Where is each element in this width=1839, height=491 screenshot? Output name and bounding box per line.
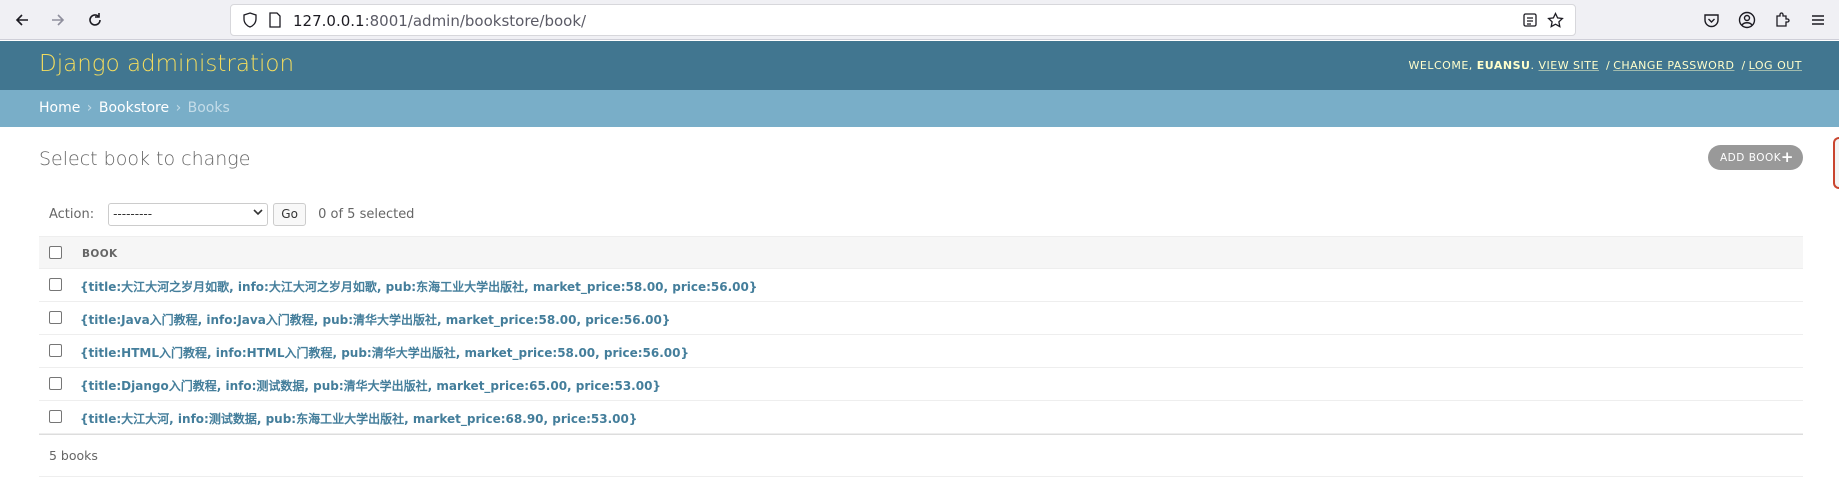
book-link[interactable]: {title:HTML入门教程, info:HTML入门教程, pub:清华大学…	[80, 344, 689, 361]
plus-icon: +	[1780, 148, 1794, 166]
url-path: :8001/admin/bookstore/book/	[364, 12, 587, 30]
page-title: Select book to change	[39, 148, 251, 170]
action-select[interactable]: ---------	[108, 202, 269, 226]
username: EUANSU	[1476, 59, 1531, 72]
add-book-label: ADD BOOK	[1720, 151, 1782, 164]
selection-counter: 0 of 5 selected	[318, 206, 415, 222]
site-branding[interactable]: Django administration	[39, 51, 294, 77]
back-arrow-icon[interactable]	[5, 3, 39, 37]
url-bar[interactable]: 127.0.0.1:8001/admin/bookstore/book/	[230, 4, 1576, 36]
admin-header: Django administration WELCOME, EUANSU. V…	[0, 41, 1839, 90]
row-checkbox[interactable]	[49, 311, 62, 324]
breadcrumb-separator: ›	[86, 100, 93, 116]
breadcrumb: Home › Bookstore › Books	[0, 90, 1839, 127]
account-icon[interactable]	[1736, 9, 1758, 31]
add-book-button[interactable]: ADD BOOK +	[1708, 145, 1803, 170]
go-button[interactable]: Go	[273, 202, 307, 226]
book-link[interactable]: {title:Django入门教程, info:测试数据, pub:清华大学出版…	[80, 377, 661, 394]
table-header: BOOK	[39, 236, 1803, 269]
shield-icon[interactable]	[239, 9, 261, 31]
table-row: {title:大江大河之岁月如歌, info:大江大河之岁月如歌, pub:东海…	[39, 269, 1803, 302]
browser-toolbar: 127.0.0.1:8001/admin/bookstore/book/	[0, 0, 1839, 40]
action-label: Action:	[49, 206, 95, 222]
forward-arrow-icon[interactable]	[41, 3, 75, 37]
separator: /	[1605, 59, 1611, 72]
row-checkbox[interactable]	[49, 344, 62, 357]
pocket-icon[interactable]	[1700, 9, 1722, 31]
result-count: 5 books	[49, 448, 98, 463]
view-site-link[interactable]: VIEW SITE	[1538, 59, 1599, 72]
table-row: {title:大江大河, info:测试数据, pub:东海工业大学出版社, m…	[39, 401, 1803, 434]
result-list: BOOK {title:大江大河之岁月如歌, info:大江大河之岁月如歌, p…	[39, 236, 1803, 434]
book-link[interactable]: {title:大江大河, info:测试数据, pub:东海工业大学出版社, m…	[80, 410, 637, 427]
breadcrumb-current: Books	[187, 100, 230, 116]
menu-icon[interactable]	[1807, 9, 1829, 31]
table-divider	[39, 434, 1803, 435]
row-checkbox[interactable]	[49, 377, 62, 390]
separator: /	[1741, 59, 1746, 72]
row-checkbox[interactable]	[49, 410, 62, 423]
action-select-value: ---------	[113, 207, 153, 221]
chevron-down-icon	[253, 206, 263, 221]
actions-bar: Action: --------- Go 0 of 5 selected	[39, 202, 415, 226]
paginator-divider	[39, 476, 1803, 477]
select-all-checkbox[interactable]	[49, 246, 62, 259]
book-link[interactable]: {title:大江大河之岁月如歌, info:大江大河之岁月如歌, pub:东海…	[80, 278, 757, 295]
side-panel-handle[interactable]	[1833, 137, 1839, 189]
extensions-icon[interactable]	[1771, 9, 1793, 31]
breadcrumb-separator: ›	[175, 100, 182, 116]
table-row: {title:Django入门教程, info:测试数据, pub:清华大学出版…	[39, 368, 1803, 401]
column-header-book[interactable]: BOOK	[82, 248, 118, 260]
welcome-text: WELCOME,	[1408, 59, 1473, 72]
change-password-link[interactable]: CHANGE PASSWORD	[1613, 59, 1734, 72]
url-host: 127.0.0.1	[293, 12, 365, 30]
url-text: 127.0.0.1:8001/admin/bookstore/book/	[293, 12, 586, 30]
user-tools: WELCOME, EUANSU. VIEW SITE / CHANGE PASSW…	[1408, 59, 1802, 72]
table-row: {title:HTML入门教程, info:HTML入门教程, pub:清华大学…	[39, 335, 1803, 368]
logout-link[interactable]: LOG OUT	[1749, 59, 1802, 72]
breadcrumb-home[interactable]: Home	[39, 100, 80, 116]
book-link[interactable]: {title:Java入门教程, info:Java入门教程, pub:清华大学…	[80, 311, 670, 328]
table-row: {title:Java入门教程, info:Java入门教程, pub:清华大学…	[39, 302, 1803, 335]
breadcrumb-bookstore[interactable]: Bookstore	[99, 100, 169, 116]
bookmark-star-icon[interactable]	[1544, 9, 1566, 31]
page-info-icon[interactable]	[264, 9, 286, 31]
reader-view-icon[interactable]	[1519, 9, 1541, 31]
reload-icon[interactable]	[78, 3, 112, 37]
row-checkbox[interactable]	[49, 278, 62, 291]
